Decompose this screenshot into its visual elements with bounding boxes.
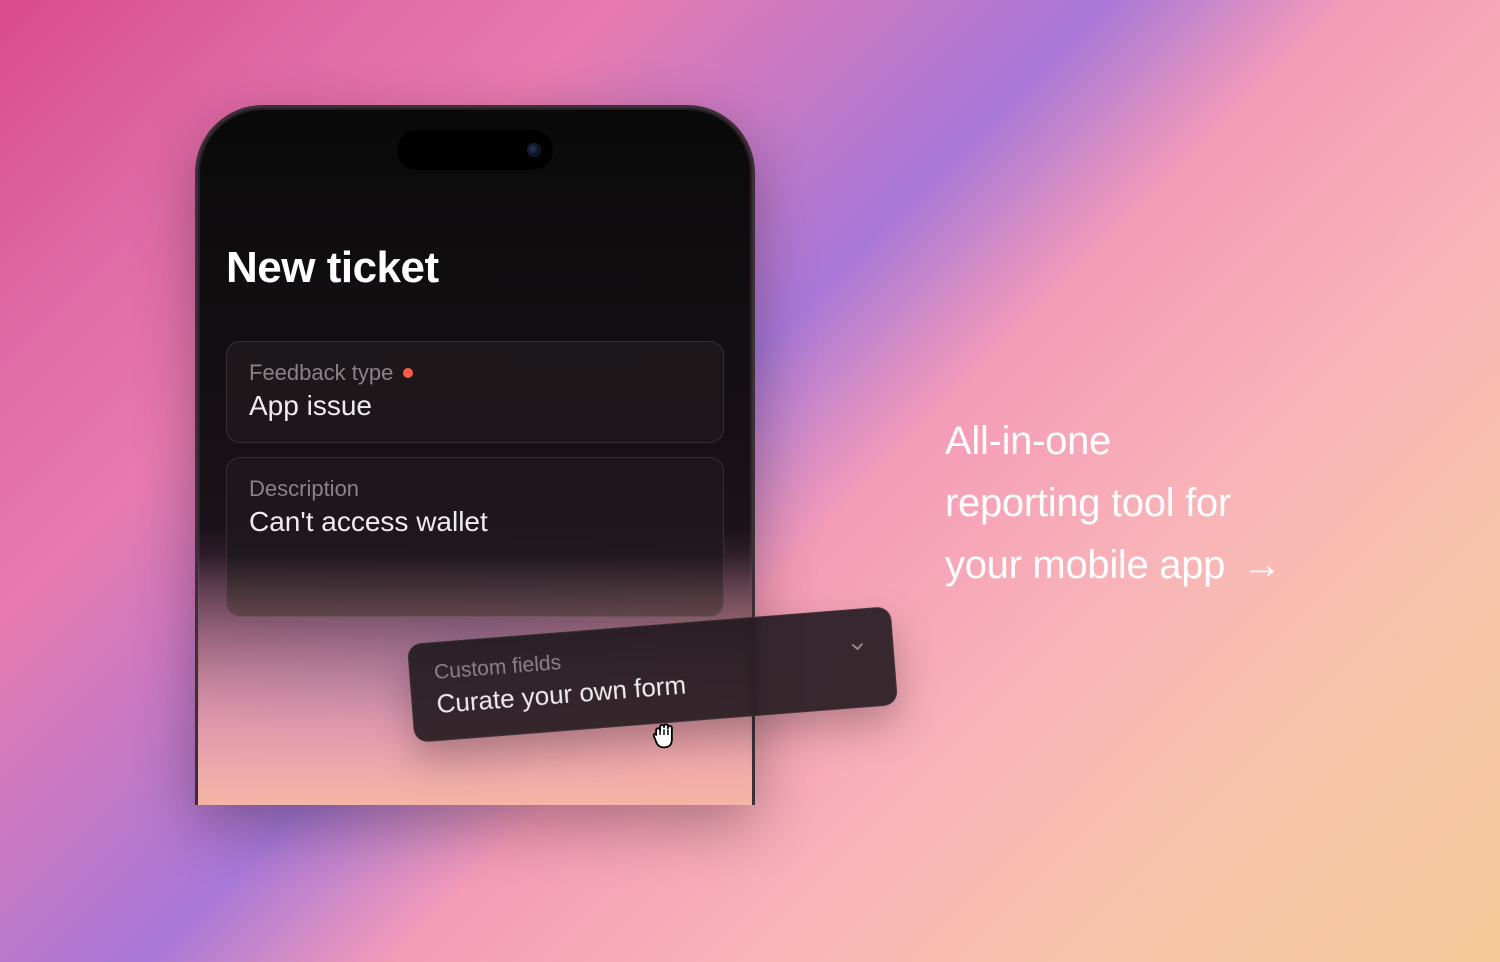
chevron-down-icon	[848, 637, 867, 656]
description-label: Description	[249, 476, 701, 502]
tagline-line-1: All-in-one	[945, 410, 1282, 472]
feedback-type-field[interactable]: Feedback type App issue	[226, 341, 724, 443]
description-field[interactable]: Description Can't access wallet	[226, 457, 724, 617]
phone-notch	[397, 130, 553, 170]
field-label-text: Feedback type	[249, 360, 393, 386]
phone-side-button	[195, 428, 197, 490]
tagline-text: your mobile app	[945, 543, 1225, 587]
required-indicator-icon	[403, 368, 413, 378]
page-title: New ticket	[226, 243, 724, 293]
grab-cursor-icon	[646, 717, 682, 753]
phone-screen: New ticket Feedback type App issue Descr…	[198, 108, 752, 617]
tagline-line-3: your mobile app →	[945, 534, 1282, 596]
phone-side-button	[195, 508, 197, 570]
phone-side-button	[195, 368, 197, 406]
description-value: Can't access wallet	[249, 506, 701, 538]
arrow-right-icon: →	[1242, 534, 1282, 596]
feedback-type-label: Feedback type	[249, 360, 701, 386]
camera-icon	[527, 143, 541, 157]
tagline-line-2: reporting tool for	[945, 472, 1282, 534]
field-label-text: Description	[249, 476, 359, 502]
tagline-link[interactable]: All-in-one reporting tool for your mobil…	[945, 410, 1282, 596]
feedback-type-value: App issue	[249, 390, 701, 422]
